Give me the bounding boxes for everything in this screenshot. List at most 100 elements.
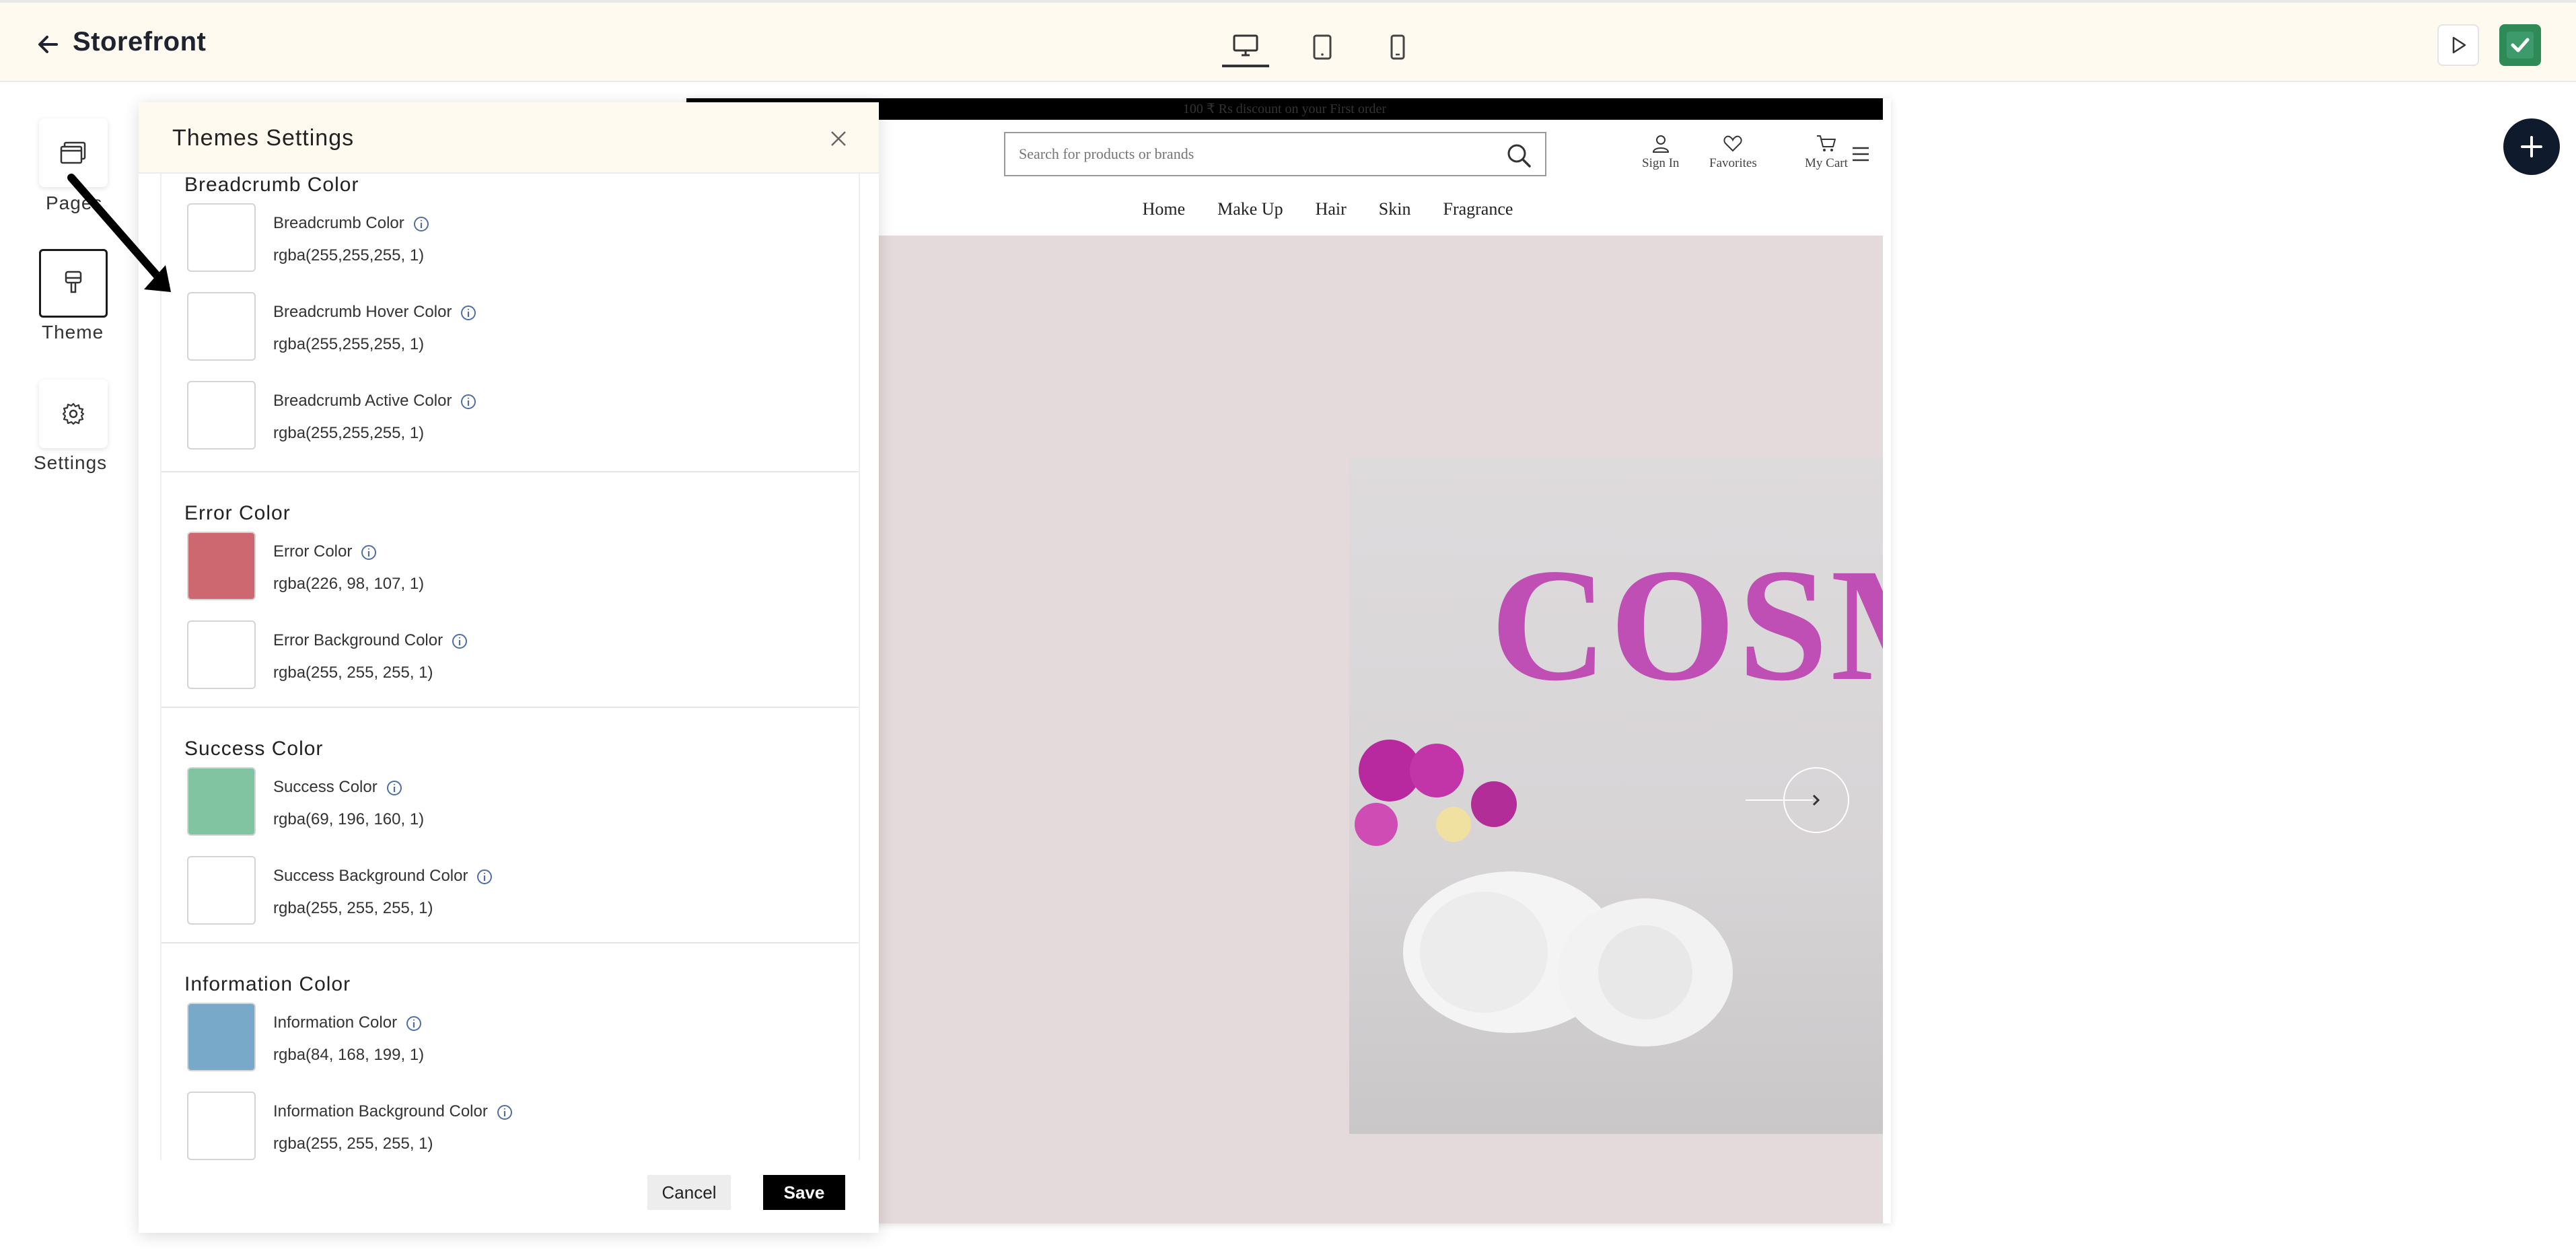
color-row: Breadcrumb Active Color rgba(255,255,255…: [184, 380, 859, 468]
annotation-arrow-icon: [67, 174, 171, 292]
chevron-right-icon: [1812, 794, 1820, 806]
section-success-color: Success Color Success Color rgba(69, 196…: [162, 708, 859, 943]
info-icon[interactable]: [460, 393, 477, 410]
row-value: rgba(226, 98, 107, 1): [273, 575, 425, 593]
my-cart-link[interactable]: My Cart: [1805, 133, 1848, 171]
section-breadcrumb-color: Breadcrumb Color Breadcrumb Color rgba(2…: [162, 174, 859, 472]
color-row: Breadcrumb Color rgba(255,255,255, 1): [184, 202, 859, 291]
color-swatch[interactable]: [187, 292, 256, 361]
section-information-color: Information Color Information Color rgba…: [162, 943, 859, 1160]
top-bar: Storefront: [0, 0, 2576, 82]
info-icon[interactable]: [413, 215, 430, 233]
color-swatch[interactable]: [187, 532, 256, 600]
nav-home[interactable]: Home: [1143, 199, 1186, 219]
check-icon: [2507, 32, 2534, 59]
row-label: Error Background Color: [273, 631, 468, 650]
color-row: Success Background Color rgba(255, 255, …: [184, 855, 859, 943]
sidenav-settings-label: Settings: [34, 452, 108, 473]
color-row: Breadcrumb Hover Color rgba(255,255,255,…: [184, 291, 859, 380]
panel-title: Themes Settings: [172, 125, 355, 151]
info-icon[interactable]: [405, 1015, 423, 1032]
row-value: rgba(255,255,255, 1): [273, 335, 425, 353]
row-label: Information Color: [273, 1013, 423, 1032]
row-value: rgba(84, 168, 199, 1): [273, 1046, 425, 1064]
nav-skin[interactable]: Skin: [1379, 199, 1411, 219]
hamburger-menu-icon[interactable]: [1851, 144, 1871, 164]
sign-in-label: Sign In: [1642, 156, 1680, 170]
section-error-color: Error Color Error Color rgba(226, 98, 10…: [162, 472, 859, 708]
sidenav-settings[interactable]: [39, 380, 108, 448]
add-section-button[interactable]: [2503, 118, 2560, 175]
section-title: Error Color: [184, 502, 291, 524]
info-icon[interactable]: [386, 779, 403, 797]
info-icon[interactable]: [451, 633, 468, 650]
nav-fragrance[interactable]: Fragrance: [1443, 199, 1513, 219]
publish-button[interactable]: [2499, 24, 2541, 66]
info-icon[interactable]: [496, 1104, 513, 1121]
play-icon: [2452, 36, 2466, 54]
plus-icon: [2521, 136, 2542, 157]
section-title: Information Color: [184, 973, 351, 995]
row-value: rgba(255,255,255, 1): [273, 246, 425, 264]
color-swatch[interactable]: [187, 856, 256, 925]
close-icon[interactable]: [825, 125, 852, 152]
favorites-label: Favorites: [1709, 156, 1757, 170]
row-label: Error Color: [273, 542, 378, 561]
row-label: Success Background Color: [273, 867, 493, 886]
row-value: rgba(255, 255, 255, 1): [273, 899, 433, 917]
info-icon[interactable]: [476, 868, 493, 886]
preview-button[interactable]: [2437, 24, 2479, 66]
row-label: Breadcrumb Hover Color: [273, 303, 477, 322]
desktop-icon: [1233, 34, 1258, 57]
mobile-view-button[interactable]: [1374, 27, 1421, 67]
panel-header: Themes Settings: [139, 102, 879, 174]
row-value: rgba(69, 196, 160, 1): [273, 810, 425, 828]
cancel-button[interactable]: Cancel: [647, 1175, 731, 1210]
section-title: Breadcrumb Color: [184, 174, 359, 196]
gear-icon: [62, 402, 85, 425]
sign-in-link[interactable]: Sign In: [1642, 133, 1679, 171]
color-swatch[interactable]: [187, 1003, 256, 1071]
tablet-icon: [1313, 34, 1332, 60]
row-value: rgba(255, 255, 255, 1): [273, 664, 433, 682]
color-row: Success Color rgba(69, 196, 160, 1): [184, 766, 859, 855]
color-row: Error Color rgba(226, 98, 107, 1): [184, 530, 859, 619]
mobile-icon: [1390, 34, 1405, 60]
favorites-link[interactable]: Favorites: [1709, 133, 1757, 171]
slider-next-button[interactable]: [1783, 767, 1849, 833]
storefront-search[interactable]: [1004, 132, 1546, 176]
color-swatch[interactable]: [187, 1092, 256, 1160]
search-icon[interactable]: [1506, 143, 1532, 168]
color-row: Information Color rgba(84, 168, 199, 1): [184, 1001, 859, 1090]
section-title: Success Color: [184, 738, 324, 760]
hero-word: COSM: [1491, 535, 1883, 714]
info-icon[interactable]: [460, 304, 477, 322]
row-value: rgba(255,255,255, 1): [273, 424, 425, 442]
my-cart-label: My Cart: [1805, 156, 1848, 170]
panel-footer: Cancel Save: [139, 1160, 879, 1233]
panel-body: Breadcrumb Color Breadcrumb Color rgba(2…: [160, 174, 860, 1160]
storefront-search-input[interactable]: [1005, 133, 1503, 175]
color-swatch[interactable]: [187, 767, 256, 836]
tablet-view-button[interactable]: [1299, 27, 1346, 67]
color-row: Information Background Color rgba(255, 2…: [184, 1090, 859, 1160]
row-label: Breadcrumb Active Color: [273, 392, 477, 410]
nav-hair[interactable]: Hair: [1316, 199, 1347, 219]
desktop-view-button[interactable]: [1222, 27, 1269, 67]
cart-icon: [1816, 135, 1836, 151]
app-title: Storefront: [73, 27, 207, 57]
row-label: Information Background Color: [273, 1102, 513, 1121]
row-value: rgba(255, 255, 255, 1): [273, 1135, 433, 1153]
info-icon[interactable]: [360, 544, 378, 561]
nav-make-up[interactable]: Make Up: [1217, 199, 1283, 219]
row-label: Breadcrumb Color: [273, 214, 430, 233]
color-row: Error Background Color rgba(255, 255, 25…: [184, 619, 859, 708]
color-swatch[interactable]: [187, 203, 256, 272]
back-arrow-icon[interactable]: [35, 31, 62, 58]
pages-icon: [60, 141, 86, 164]
color-swatch[interactable]: [187, 381, 256, 450]
sidenav-theme-label: Theme: [42, 322, 104, 343]
user-icon: [1652, 135, 1669, 153]
save-button[interactable]: Save: [763, 1175, 845, 1210]
color-swatch[interactable]: [187, 620, 256, 689]
